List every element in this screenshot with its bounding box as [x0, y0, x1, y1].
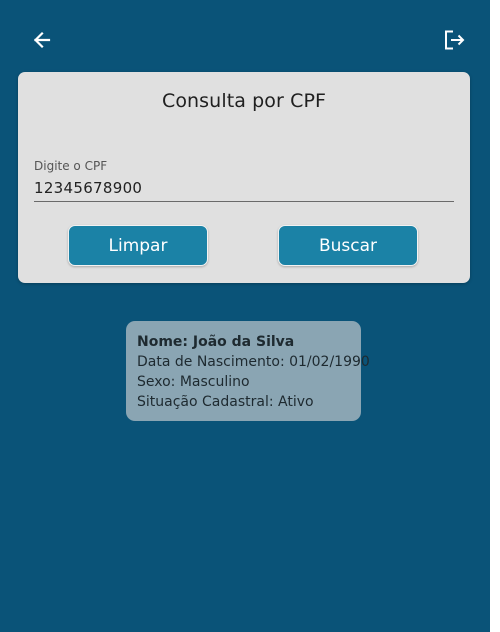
cpf-search-card: Consulta por CPF Digite o CPF Limpar Bus…: [18, 72, 470, 283]
clear-button[interactable]: Limpar: [68, 225, 208, 266]
search-button[interactable]: Buscar: [278, 225, 418, 266]
arrow-left-icon: [33, 31, 51, 49]
result-status: Situação Cadastral: Ativo: [137, 394, 314, 410]
result-name: Nome: João da Silva: [137, 334, 295, 350]
app-screen: Consulta por CPF Digite o CPF Limpar Bus…: [0, 0, 490, 632]
logout-icon: [445, 30, 465, 50]
logout-button[interactable]: [441, 27, 467, 53]
cpf-field: Digite o CPF: [34, 159, 454, 205]
result-card: Nome: João da Silva Data de Nascimento: …: [126, 321, 370, 421]
card-title: Consulta por CPF: [161, 90, 327, 112]
cpf-input[interactable]: [34, 175, 454, 202]
back-button[interactable]: [29, 27, 55, 53]
result-sex: Sexo: Masculino: [137, 374, 250, 390]
result-birth-date: Data de Nascimento: 01/02/1990: [137, 354, 370, 370]
cpf-field-label: Digite o CPF: [34, 159, 108, 173]
